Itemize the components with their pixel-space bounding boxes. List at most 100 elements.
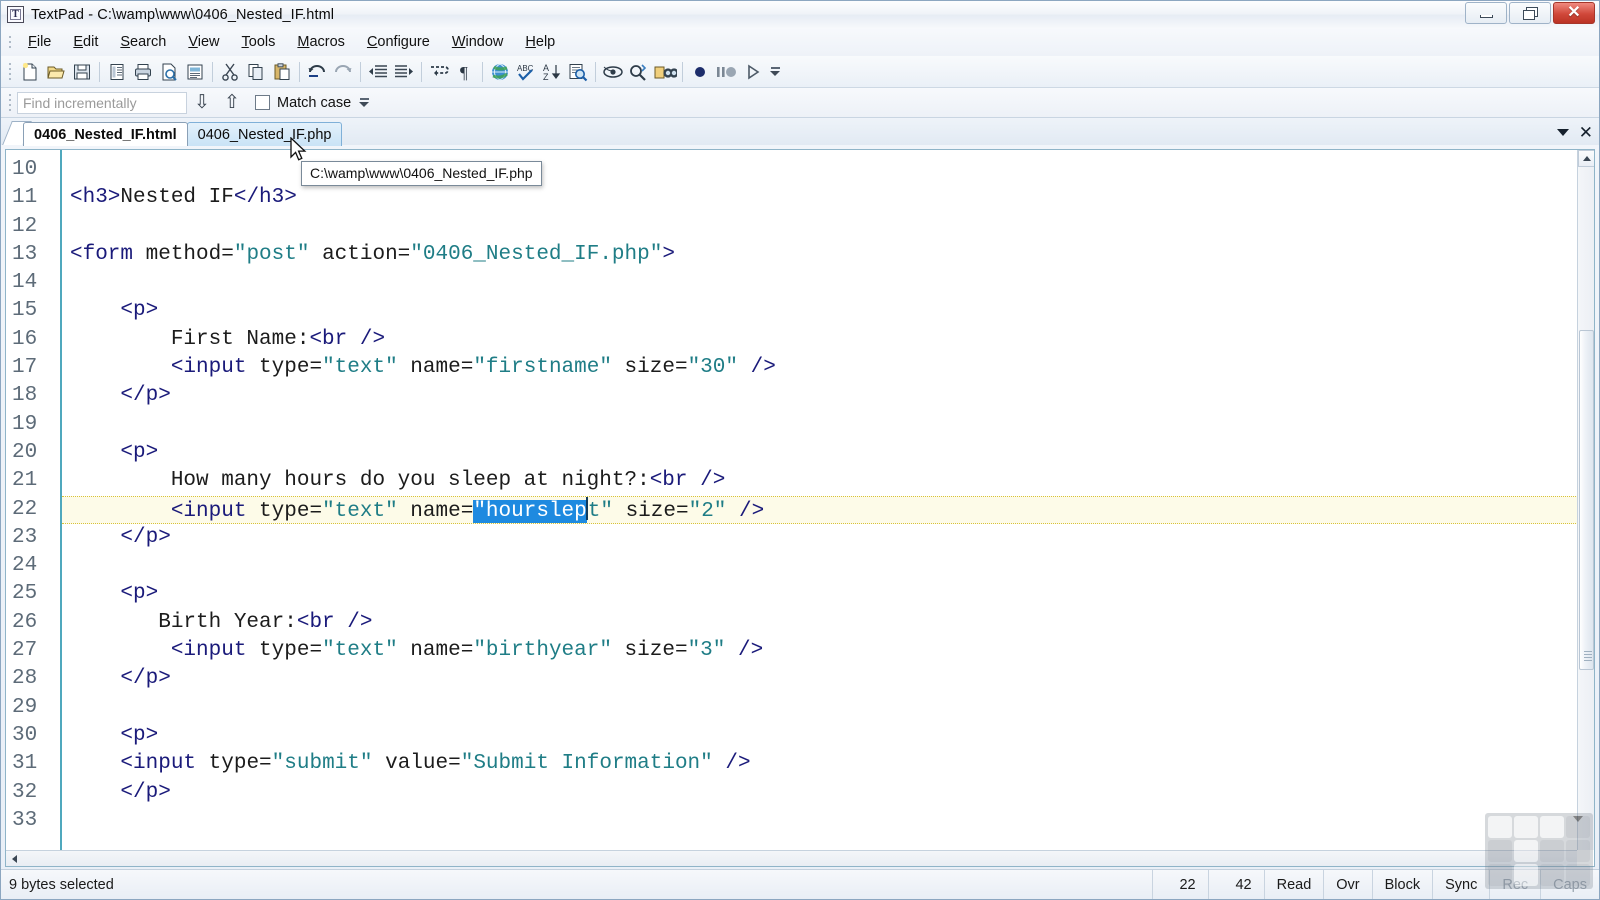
scroll-up-button[interactable] xyxy=(1578,150,1594,167)
macro-record-icon[interactable] xyxy=(687,59,713,85)
scroll-left-button[interactable] xyxy=(6,851,22,866)
overlay-key[interactable] xyxy=(1540,840,1564,862)
status-read-mode[interactable]: Read xyxy=(1263,869,1324,899)
code-line[interactable] xyxy=(62,411,1594,439)
match-case-checkbox[interactable] xyxy=(255,95,270,110)
show-paragraph-marks-icon[interactable]: ¶ xyxy=(452,59,478,85)
code-line[interactable]: <p> xyxy=(62,722,1594,750)
code-line[interactable] xyxy=(62,552,1594,580)
macro-pause-icon[interactable] xyxy=(713,59,739,85)
status-sync-mode[interactable]: Sync xyxy=(1432,869,1489,899)
overlay-key[interactable] xyxy=(1566,864,1590,886)
menu-item-view[interactable]: View xyxy=(177,31,230,53)
findbar-overflow-chevron[interactable] xyxy=(359,98,370,107)
undo-icon[interactable] xyxy=(304,59,330,85)
minimize-button[interactable] xyxy=(1465,2,1507,24)
code-line-current[interactable]: <input type="text" name="hourslept" size… xyxy=(62,495,1594,524)
find-replace-icon[interactable] xyxy=(626,59,652,85)
toolbar-grip[interactable] xyxy=(5,61,14,83)
code-line[interactable]: <h3>Nested IF</h3> xyxy=(62,184,1594,212)
cut-icon[interactable] xyxy=(217,59,243,85)
code-line[interactable] xyxy=(62,694,1594,722)
browser-preview-icon[interactable] xyxy=(487,59,513,85)
code-line[interactable]: <form method="post" action="0406_Nested_… xyxy=(62,241,1594,269)
overlay-key[interactable] xyxy=(1540,864,1564,886)
vertical-scrollbar[interactable] xyxy=(1577,150,1594,850)
overlay-key[interactable] xyxy=(1566,840,1590,862)
increase-indent-icon[interactable] xyxy=(391,59,417,85)
overlay-key[interactable] xyxy=(1514,864,1538,886)
menu-item-configure[interactable]: Configure xyxy=(356,31,441,53)
code-line[interactable]: <p> xyxy=(62,580,1594,608)
code-line[interactable]: <input type="text" name="birthyear" size… xyxy=(62,637,1594,665)
find-previous-icon[interactable]: ⇧ xyxy=(217,93,247,112)
code-line[interactable] xyxy=(62,156,1594,184)
overlay-key[interactable] xyxy=(1488,864,1512,886)
overlay-key[interactable] xyxy=(1488,840,1512,862)
status-block-mode[interactable]: Block xyxy=(1371,869,1432,899)
code-line[interactable] xyxy=(62,213,1594,241)
word-wrap-icon[interactable] xyxy=(426,59,452,85)
show-spaces-icon[interactable] xyxy=(600,59,626,85)
horizontal-scrollbar[interactable] xyxy=(6,850,1577,866)
overlay-dropdown[interactable] xyxy=(1566,816,1590,838)
code-line[interactable]: First Name:<br /> xyxy=(62,326,1594,354)
code-line[interactable]: Birth Year:<br /> xyxy=(62,609,1594,637)
find-in-files-icon[interactable] xyxy=(565,59,591,85)
paste-icon[interactable] xyxy=(269,59,295,85)
compare-files-icon[interactable] xyxy=(652,59,678,85)
menu-item-file[interactable]: File xyxy=(17,31,62,53)
code-line[interactable] xyxy=(62,807,1594,835)
overlay-key[interactable] xyxy=(1540,816,1564,838)
code-line[interactable]: </p> xyxy=(62,382,1594,410)
tab-0406-nested-if-php[interactable]: 0406_Nested_IF.php xyxy=(186,122,343,146)
sort-icon[interactable]: AZ xyxy=(539,59,565,85)
menu-item-macros[interactable]: Macros xyxy=(286,31,356,53)
print-icon[interactable] xyxy=(130,59,156,85)
menu-item-help[interactable]: Help xyxy=(514,31,566,53)
redo-icon[interactable] xyxy=(330,59,356,85)
code-line[interactable]: </p> xyxy=(62,665,1594,693)
code-line[interactable]: How many hours do you sleep at night?:<b… xyxy=(62,467,1594,495)
code-line[interactable]: </p> xyxy=(62,524,1594,552)
menu-item-search[interactable]: Search xyxy=(109,31,177,53)
decrease-indent-icon[interactable] xyxy=(365,59,391,85)
restore-button[interactable] xyxy=(1509,2,1551,24)
code-line[interactable]: <p> xyxy=(62,439,1594,467)
screen-overlay-widget[interactable] xyxy=(1485,813,1593,889)
overlay-key[interactable] xyxy=(1514,840,1538,862)
print-preview-icon[interactable] xyxy=(156,59,182,85)
code-line[interactable]: </p> xyxy=(62,779,1594,807)
code-line[interactable]: <input type="submit" value="Submit Infor… xyxy=(62,750,1594,778)
findbar-grip[interactable] xyxy=(5,92,14,114)
editor-pane[interactable]: 10 11 12 13 14 15 16 17 18 19 20 21 22 2… xyxy=(5,149,1595,867)
tab-0406-nested-if-html[interactable]: 0406_Nested_IF.html xyxy=(23,122,188,146)
code-line[interactable]: <input type="text" name="firstname" size… xyxy=(62,354,1594,382)
open-file-icon[interactable] xyxy=(43,59,69,85)
code-line[interactable] xyxy=(62,269,1594,297)
search-input[interactable]: Find incrementally xyxy=(17,91,187,114)
status-overwrite-mode[interactable]: Ovr xyxy=(1323,869,1371,899)
menu-item-edit[interactable]: Edit xyxy=(62,31,109,53)
file-properties-icon[interactable] xyxy=(104,59,130,85)
tab-list-chevron-down-icon[interactable] xyxy=(1556,129,1569,136)
code-text-area[interactable]: <h3>Nested IF</h3> <form method="post" a… xyxy=(62,150,1594,866)
close-button[interactable]: ✕ xyxy=(1553,2,1595,24)
document-view-icon[interactable] xyxy=(182,59,208,85)
tab-close-icon[interactable]: ✕ xyxy=(1579,124,1593,141)
save-file-icon[interactable] xyxy=(69,59,95,85)
vertical-scrollbar-thumb[interactable] xyxy=(1579,330,1594,670)
code-line[interactable]: <p> xyxy=(62,297,1594,325)
line-number: 31 xyxy=(12,752,38,776)
copy-icon[interactable] xyxy=(243,59,269,85)
toolbar-overflow-chevron[interactable] xyxy=(769,67,781,76)
overlay-key[interactable] xyxy=(1514,816,1538,838)
macro-play-icon[interactable] xyxy=(739,59,765,85)
menu-grip[interactable] xyxy=(5,33,14,51)
menu-item-window[interactable]: Window xyxy=(441,31,515,53)
find-next-icon[interactable]: ⇩ xyxy=(187,93,217,112)
new-file-icon[interactable] xyxy=(17,59,43,85)
menu-item-tools[interactable]: Tools xyxy=(231,31,287,53)
spell-check-icon[interactable]: ABC xyxy=(513,59,539,85)
overlay-key[interactable] xyxy=(1488,816,1512,838)
